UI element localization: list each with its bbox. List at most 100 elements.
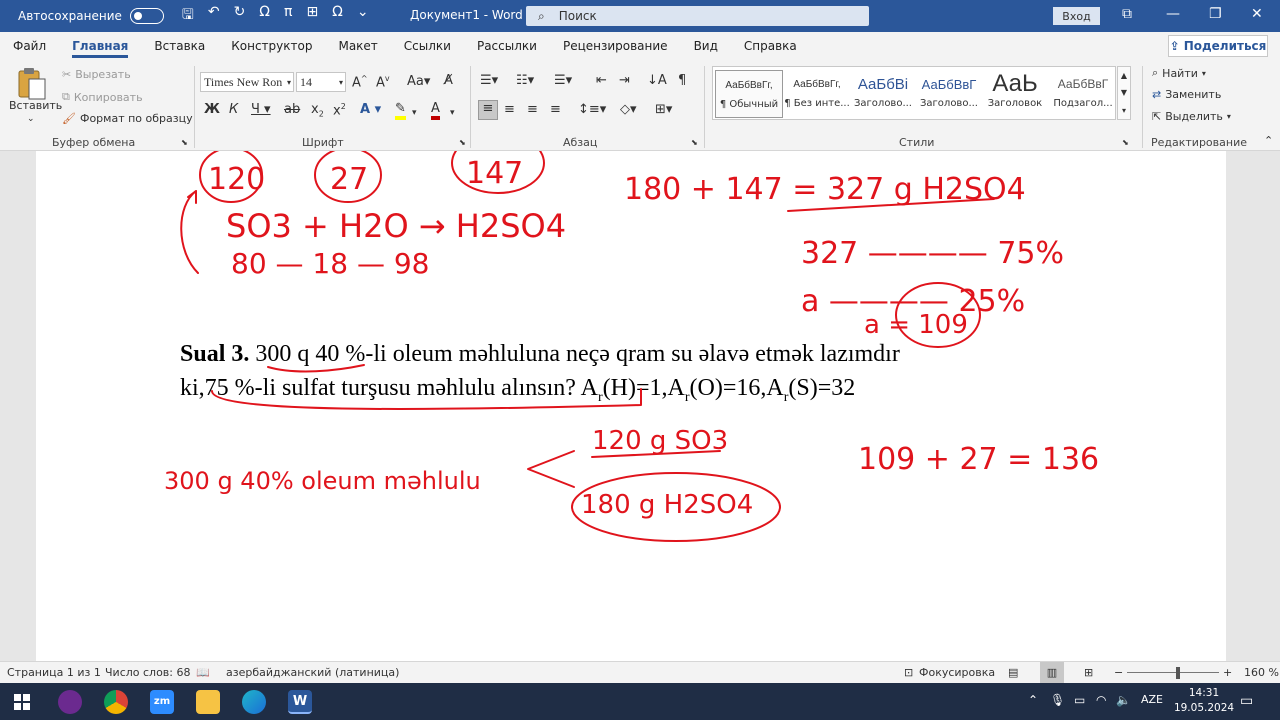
- style-heading-1[interactable]: АаБбВі Заголово...: [849, 70, 917, 118]
- shading-icon[interactable]: ◇▾: [620, 102, 637, 117]
- style-normal[interactable]: АаБбВвГг, ¶ Обычный: [715, 70, 783, 118]
- tab-mailings[interactable]: Рассылки: [464, 32, 550, 60]
- tab-insert[interactable]: Вставка: [141, 32, 218, 60]
- proofing-icon[interactable]: 📖: [196, 666, 210, 679]
- symbol-icon[interactable]: Ω: [332, 4, 343, 28]
- battery-icon[interactable]: ▭: [1074, 693, 1085, 707]
- customize-qat-icon[interactable]: ⌄: [357, 4, 369, 28]
- notifications-icon[interactable]: ▭: [1240, 693, 1253, 709]
- multilevel-list-icon[interactable]: ☰▾: [554, 73, 572, 88]
- chevron-up-icon[interactable]: ▲: [1121, 71, 1127, 80]
- style-subtitle[interactable]: АаБбВвГ Подзагол...: [1049, 70, 1117, 118]
- more-styles-icon[interactable]: ▾: [1122, 106, 1126, 115]
- redo-icon[interactable]: ↻: [234, 4, 246, 28]
- numbering-icon[interactable]: ☷▾: [516, 73, 534, 88]
- omega-icon[interactable]: Ω: [259, 4, 270, 28]
- font-size-select[interactable]: 14 ▾: [296, 72, 346, 92]
- tab-help[interactable]: Справка: [731, 32, 810, 60]
- clear-formatting-icon[interactable]: A̸: [444, 73, 453, 88]
- ribbon-display-icon[interactable]: ⧉: [1122, 6, 1132, 22]
- find-button[interactable]: ⌕ Найти ▾: [1152, 66, 1206, 80]
- change-case-icon[interactable]: Aa▾: [407, 74, 430, 89]
- focus-icon[interactable]: ⊡: [904, 666, 913, 679]
- volume-icon[interactable]: 🔈: [1116, 693, 1131, 707]
- file-explorer-icon[interactable]: [196, 690, 220, 714]
- print-layout-icon[interactable]: ▥: [1040, 662, 1064, 683]
- chevron-down-icon[interactable]: ▾: [450, 108, 455, 118]
- chevron-down-icon[interactable]: ▼: [1121, 88, 1127, 97]
- decrease-indent-icon[interactable]: ⇤: [596, 73, 607, 88]
- tab-view[interactable]: Вид: [681, 32, 731, 60]
- page-count[interactable]: Страница 1 из 1: [7, 666, 101, 679]
- pi-icon[interactable]: π: [284, 4, 292, 28]
- minimize-icon[interactable]: —: [1166, 6, 1180, 22]
- bold-button[interactable]: Ж: [204, 102, 220, 117]
- underline-button[interactable]: Ч ▾: [251, 102, 271, 117]
- select-button[interactable]: ⇱ Выделить ▾: [1152, 110, 1231, 123]
- pilcrow-icon[interactable]: ¶: [678, 73, 686, 88]
- styles-scroll[interactable]: ▲ ▼ ▾: [1117, 66, 1131, 120]
- edge-icon[interactable]: [242, 690, 266, 714]
- tab-references[interactable]: Ссылки: [391, 32, 464, 60]
- style-title[interactable]: АаЬ Заголовок: [981, 70, 1049, 118]
- justify-button[interactable]: ≡: [550, 102, 561, 117]
- close-icon[interactable]: ✕: [1251, 6, 1263, 22]
- align-center-button[interactable]: ≡: [504, 102, 515, 117]
- chevron-down-icon[interactable]: ▾: [412, 108, 417, 118]
- align-left-button[interactable]: ≡: [478, 100, 498, 120]
- chrome-icon[interactable]: [104, 690, 128, 714]
- tray-overflow-icon[interactable]: ⌃: [1028, 693, 1038, 707]
- word-app-icon[interactable]: W: [288, 690, 312, 714]
- superscript-button[interactable]: x2: [333, 102, 346, 118]
- paste-icon[interactable]: [16, 67, 48, 103]
- input-language[interactable]: AZE: [1141, 693, 1163, 706]
- shrink-font-icon[interactable]: Av: [376, 74, 390, 90]
- format-painter-button[interactable]: 🖌 Формат по образцу: [62, 112, 193, 125]
- app-icon-purple[interactable]: [58, 690, 82, 714]
- tab-review[interactable]: Рецензирование: [550, 32, 681, 60]
- text-effects-icon[interactable]: A ▾: [360, 102, 381, 117]
- style-no-spacing[interactable]: АаБбВвГг, ¶ Без инте...: [783, 70, 851, 118]
- document-area[interactable]: Sual 3. 300 q 40 %-li oleum məhluluna ne…: [0, 151, 1280, 661]
- undo-icon[interactable]: ↶: [208, 4, 220, 28]
- wifi-icon[interactable]: ◠: [1096, 693, 1106, 707]
- styles-launcher-icon[interactable]: ⬊: [1122, 138, 1129, 147]
- language-status[interactable]: азербайджанский (латиница): [226, 666, 399, 679]
- zoom-slider-thumb[interactable]: [1176, 667, 1180, 679]
- zoom-slider[interactable]: [1127, 672, 1219, 673]
- bullets-icon[interactable]: ☰▾: [480, 73, 498, 88]
- tab-layout[interactable]: Макет: [325, 32, 390, 60]
- align-right-button[interactable]: ≡: [527, 102, 538, 117]
- windows-start-icon[interactable]: [14, 694, 30, 710]
- paste-dropdown-icon[interactable]: ⌄: [27, 114, 35, 124]
- word-count[interactable]: Число слов: 68: [105, 666, 191, 679]
- tab-design[interactable]: Конструктор: [218, 32, 325, 60]
- microphone-icon[interactable]: 🎙: [1050, 693, 1065, 707]
- grow-font-icon[interactable]: A^: [352, 74, 368, 90]
- copy-button[interactable]: ⧉ Копировать: [62, 90, 143, 104]
- italic-button[interactable]: К: [229, 102, 238, 117]
- restore-icon[interactable]: ❐: [1209, 6, 1222, 22]
- strikethrough-button[interactable]: ab: [284, 102, 300, 117]
- save-icon[interactable]: 🖫: [182, 4, 194, 28]
- highlight-icon[interactable]: ✎: [395, 102, 406, 120]
- replace-button[interactable]: ⇄ Заменить: [1152, 88, 1221, 101]
- zoom-in-button[interactable]: +: [1223, 666, 1232, 679]
- sort-icon[interactable]: ↓A: [647, 73, 667, 88]
- cut-button[interactable]: ✂ Вырезать: [62, 68, 131, 81]
- share-button[interactable]: ⇪ Поделиться: [1168, 35, 1268, 57]
- document-page[interactable]: Sual 3. 300 q 40 %-li oleum məhluluna ne…: [36, 151, 1226, 661]
- clipboard-launcher-icon[interactable]: ⬊: [181, 138, 188, 147]
- autosave-toggle[interactable]: [129, 8, 164, 24]
- subscript-button[interactable]: x2: [311, 102, 324, 119]
- collapse-ribbon-icon[interactable]: ⌃: [1264, 134, 1273, 147]
- font-launcher-icon[interactable]: ⬊: [459, 138, 466, 147]
- autosave[interactable]: Автосохранение: [18, 8, 164, 24]
- zoom-level[interactable]: 160 %: [1244, 666, 1279, 679]
- read-mode-icon[interactable]: ▤: [1008, 666, 1018, 679]
- table-icon[interactable]: ⊞: [306, 4, 318, 28]
- web-layout-icon[interactable]: ⊞: [1084, 666, 1093, 679]
- search-input[interactable]: ⌕ Поиск: [526, 6, 869, 26]
- tab-file[interactable]: Файл: [0, 32, 59, 60]
- tab-home[interactable]: Главная: [59, 32, 141, 60]
